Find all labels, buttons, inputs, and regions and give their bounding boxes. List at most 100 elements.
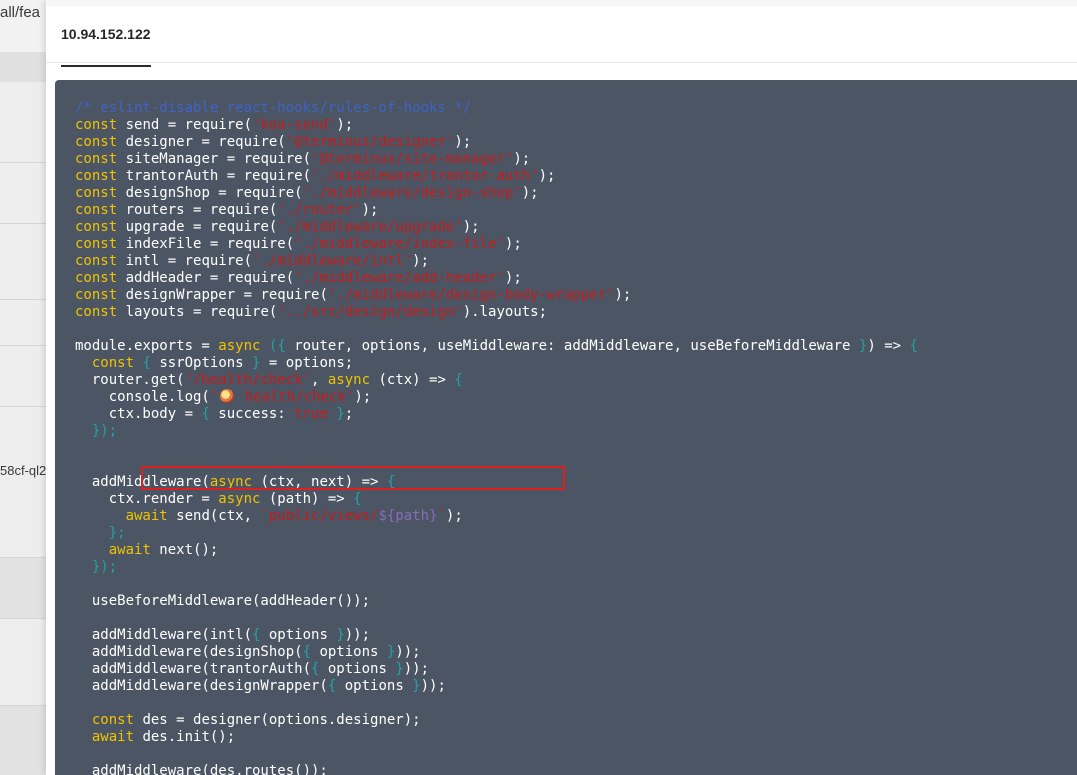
code-token: const — [75, 202, 118, 218]
code-token: await — [108, 542, 151, 558]
code-line: const { ssrOptions } = options; — [75, 355, 918, 372]
code-token: const — [75, 168, 118, 184]
code-token: './middleware/intl' — [252, 253, 413, 269]
code-token: designShop = require( — [117, 185, 303, 201]
code-token: { — [353, 491, 362, 507]
code-token: success: — [209, 406, 295, 422]
code-token: ); — [454, 134, 472, 150]
code-token: send(ctx, — [167, 508, 261, 524]
code-token: (path) => — [260, 491, 354, 507]
code-token: } — [412, 678, 421, 694]
code-token: options — [336, 678, 413, 694]
code-line: addMiddleware(trantorAuth({ options })); — [75, 661, 918, 678]
code-token: addMiddleware(intl( — [75, 627, 253, 643]
code-token: '../src/design/design' — [277, 304, 463, 320]
code-line: const indexFile = require('./middleware/… — [75, 236, 918, 253]
tab-bar: 10.94.152.122 — [46, 6, 1077, 67]
background-page: all/fea 58cf-ql2 — [0, 0, 46, 775]
background-row — [0, 407, 46, 558]
code-line: addMiddleware(des.routes()); — [75, 763, 918, 775]
code-token: `public/views/ — [260, 508, 379, 524]
code-token: /* eslint-disable react-hooks/rules-of-h… — [75, 100, 472, 116]
code-line: }; — [75, 525, 918, 542]
emoji-icon — [220, 389, 235, 403]
code-token: upgrade = require( — [117, 219, 278, 235]
code-token: const — [75, 134, 118, 150]
code-token: const — [75, 236, 118, 252]
background-row — [0, 300, 46, 346]
code-token: designWrapper = require( — [117, 287, 328, 303]
code-token: ); — [412, 253, 430, 269]
code-line: await send(ctx, `public/views/${path}`); — [75, 508, 918, 525]
code-token: (ctx, next) => — [252, 474, 387, 490]
code-token: const — [75, 185, 118, 201]
code-token: ); — [538, 168, 556, 184]
code-token: ); — [614, 287, 632, 303]
code-token: ).layouts; — [462, 304, 548, 320]
code-line: useBeforeMiddleware(addHeader()); — [75, 593, 918, 610]
code-token: addMiddleware(trantorAuth( — [75, 661, 312, 677]
code-line: const designer = require('@terminus/desi… — [75, 134, 918, 151]
code-token: async — [218, 491, 261, 507]
code-token: { — [201, 406, 210, 422]
code-token: (ctx) => — [370, 372, 455, 388]
code-line: const upgrade = require('./middleware/up… — [75, 219, 918, 236]
code-token: ctx.body = — [75, 406, 202, 422]
code-token: const — [75, 253, 118, 269]
code-line: const intl = require('./middleware/intl'… — [75, 253, 918, 270]
tab-ip-address[interactable]: 10.94.152.122 — [61, 6, 151, 61]
code-token: , — [311, 372, 328, 388]
code-token: addMiddleware(des.routes()); — [75, 763, 328, 775]
code-token: )); — [420, 678, 446, 694]
code-token: const — [75, 219, 118, 235]
code-token: const — [75, 287, 118, 303]
code-line: const send = require('koa-send'); — [75, 117, 918, 134]
code-token: des = designer(options.designer); — [134, 712, 421, 728]
code-token: send = require( — [117, 117, 253, 133]
code-line: ctx.render = async (path) => { — [75, 491, 918, 508]
code-line: }); — [75, 559, 918, 576]
code-line: await des.init(); — [75, 729, 918, 746]
code-line: /* eslint-disable react-hooks/rules-of-h… — [75, 100, 918, 117]
code-line: const trantorAuth = require('./middlewar… — [75, 168, 918, 185]
code-token: true — [294, 406, 328, 422]
code-token: )); — [344, 627, 371, 643]
code-token: './router' — [277, 202, 362, 218]
code-token: await — [91, 729, 135, 745]
code-token: ); — [445, 508, 463, 524]
code-token: layouts = require( — [117, 304, 278, 320]
code-token: addMiddleware(designWrapper( — [75, 678, 328, 694]
code-token: ctx.render = — [75, 491, 219, 507]
code-token: addMiddleware( — [75, 474, 210, 490]
code-token: './middleware/add-header' — [294, 270, 505, 286]
code-line: router.get('/health/check', async (ctx) … — [75, 372, 918, 389]
active-tab-indicator — [61, 65, 151, 67]
background-row — [0, 558, 46, 619]
code-token: designer = require( — [117, 134, 286, 150]
code-token: const — [91, 355, 135, 371]
code-token: const — [75, 304, 118, 320]
code-viewer[interactable]: /* eslint-disable react-hooks/rules-of-h… — [55, 80, 1077, 775]
code-token: addMiddleware(designShop( — [75, 644, 303, 660]
code-token: async — [209, 474, 253, 490]
code-token: } — [336, 627, 345, 643]
code-token: ); — [504, 236, 522, 252]
code-token: }; — [108, 525, 126, 541]
background-path-text: all/fea — [0, 4, 41, 21]
code-token: const — [91, 712, 135, 728]
detail-drawer: 10.94.152.122 /* eslint-disable react-ho… — [46, 0, 1077, 775]
code-token: } — [395, 661, 404, 677]
code-token: ); — [513, 151, 531, 167]
code-token: { — [909, 338, 918, 354]
code-token: )); — [395, 644, 421, 660]
code-token: { — [302, 644, 312, 660]
code-token: '/health/check' — [184, 372, 312, 388]
